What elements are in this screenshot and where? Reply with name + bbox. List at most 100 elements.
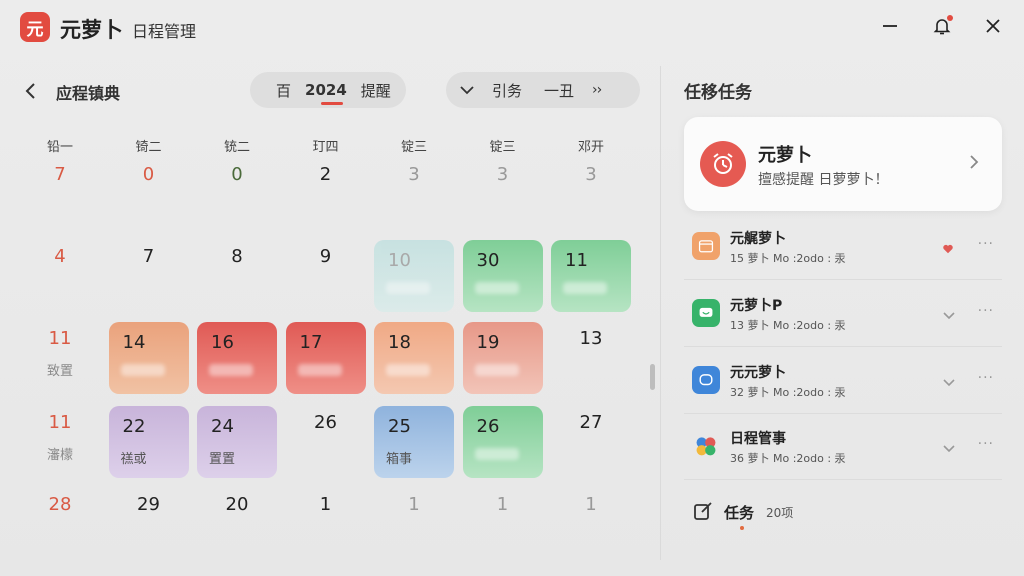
calendar-event-day[interactable]: 11 bbox=[551, 240, 631, 312]
calendar-event-day[interactable]: 18 bbox=[374, 322, 454, 394]
calendar-event-day[interactable]: 26 bbox=[462, 406, 543, 478]
day-number: 0 bbox=[142, 164, 155, 185]
calendar-day[interactable]: 1 bbox=[551, 484, 631, 556]
chevron-down-icon[interactable] bbox=[458, 81, 476, 99]
calendar-day[interactable]: 11 瀋檬 bbox=[20, 402, 100, 474]
task-item[interactable]: 日程管事 36 萝卜 Mo :2odo : 汞 ··· bbox=[684, 418, 1002, 480]
day-number: 11 bbox=[48, 412, 72, 433]
calendar-day[interactable]: 11 致置 bbox=[20, 318, 100, 390]
message-icon bbox=[692, 366, 720, 394]
calendar-scrollbar[interactable] bbox=[650, 364, 655, 390]
tasks-panel: 任移任务 元萝卜 擅感提醒 日萝萝卜！ 元艉萝卜 15 萝卜 Mo :2odo :… bbox=[672, 66, 1012, 566]
task-title: 元萝卜P bbox=[730, 298, 783, 314]
day-number: 19 bbox=[476, 332, 500, 353]
day-number: 29 bbox=[137, 494, 160, 515]
close-icon bbox=[986, 19, 1000, 33]
app-logo-icon: 元 bbox=[20, 12, 50, 42]
calendar-day[interactable]: 0 bbox=[109, 154, 189, 226]
task-footer-label: 任务 bbox=[724, 504, 755, 522]
calendar-event-day[interactable]: 17 bbox=[285, 322, 366, 394]
calendar-event-day[interactable]: 19 bbox=[462, 322, 543, 394]
task-item[interactable]: 元萝卜P 13 萝卜 Mo :2odo : 汞 ··· bbox=[684, 285, 1002, 347]
day-number: 7 bbox=[54, 164, 66, 185]
weekday-header: 铅一 bbox=[46, 140, 73, 155]
reminder-card[interactable]: 元萝卜 擅感提醒 日萝萝卜！ bbox=[684, 117, 1002, 211]
event-preview bbox=[120, 364, 165, 376]
view-label-1[interactable]: 引务 bbox=[492, 80, 522, 101]
app-name: 元萝卜 bbox=[60, 18, 123, 42]
heart-icon[interactable] bbox=[942, 240, 956, 254]
calendar-day[interactable]: 8 bbox=[197, 236, 277, 308]
day-number: 4 bbox=[54, 246, 66, 267]
day-number: 24 bbox=[211, 416, 234, 437]
calendar-day[interactable]: 28 bbox=[20, 484, 100, 556]
calendar-day[interactable]: 26 bbox=[286, 402, 366, 474]
view-selector[interactable]: 引务 一丑 ›› bbox=[446, 72, 640, 108]
calendar-event-day[interactable]: 14 bbox=[108, 322, 189, 394]
calendar-event-day[interactable]: 22 禚或 bbox=[108, 406, 189, 478]
day-label: 瀋檬 bbox=[46, 448, 73, 463]
calendar-event-day[interactable]: 16 bbox=[197, 322, 277, 394]
app-logo-char: 元 bbox=[26, 19, 44, 40]
calendar-day[interactable]: 20 bbox=[197, 484, 277, 556]
view-label-2[interactable]: 一丑 bbox=[544, 80, 574, 101]
calendar-day[interactable]: 4 bbox=[20, 236, 100, 308]
day-number: 1 bbox=[408, 494, 420, 515]
task-footer[interactable]: 任务 20项 bbox=[684, 494, 1002, 534]
calendar-day[interactable]: 29 bbox=[109, 484, 189, 556]
calendar-event-day[interactable]: 24 置置 bbox=[197, 406, 277, 478]
year-selector[interactable]: 百 2024 提醒 bbox=[250, 72, 406, 108]
day-number: 26 bbox=[314, 412, 337, 433]
close-button[interactable] bbox=[979, 12, 1007, 40]
calendar-event-day[interactable]: 25 箱事 bbox=[374, 406, 454, 478]
chevron-down-icon[interactable] bbox=[942, 440, 956, 454]
calendar-day[interactable]: 7 bbox=[20, 154, 100, 226]
weekday-header: 邓开 bbox=[577, 140, 604, 155]
event-preview bbox=[474, 364, 519, 376]
calendar-day[interactable]: 1 bbox=[463, 484, 543, 556]
calendar-event-day[interactable]: 10 bbox=[374, 240, 454, 312]
task-meta: 36 萝卜 Mo :2odo : 汞 bbox=[730, 452, 846, 465]
more-options-button[interactable]: ··· bbox=[978, 370, 994, 386]
weekday-header: 锭三 bbox=[400, 140, 427, 155]
more-options-button[interactable]: ··· bbox=[978, 436, 994, 452]
weekday-header: 锜二 bbox=[135, 140, 162, 155]
calendar-day[interactable]: 7 bbox=[109, 236, 189, 308]
year-selector-label: 百 bbox=[276, 81, 292, 100]
event-preview bbox=[297, 364, 342, 376]
event-preview bbox=[563, 282, 607, 294]
next-page-button[interactable]: ›› bbox=[592, 82, 602, 98]
edit-icon[interactable] bbox=[692, 500, 714, 522]
calendar-day[interactable]: 9 bbox=[286, 236, 366, 308]
calendar-day[interactable]: 1 bbox=[286, 484, 366, 556]
calendar-day[interactable]: 2 bbox=[286, 154, 366, 226]
more-options-button[interactable]: ··· bbox=[978, 303, 994, 319]
calendar-day[interactable]: 3 bbox=[374, 154, 454, 226]
back-button[interactable] bbox=[20, 80, 42, 102]
notification-button[interactable] bbox=[928, 12, 956, 40]
minimize-icon bbox=[883, 25, 897, 27]
chevron-down-icon[interactable] bbox=[942, 307, 956, 321]
chevron-down-icon[interactable] bbox=[942, 374, 956, 388]
calendar-day[interactable]: 1 bbox=[374, 484, 454, 556]
task-meta: 32 萝卜 Mo :2odo : 汞 bbox=[730, 386, 846, 399]
calendar-day[interactable]: 3 bbox=[551, 154, 631, 226]
calendar-day[interactable]: 0 bbox=[197, 154, 277, 226]
day-number: 3 bbox=[585, 164, 597, 185]
reminder-card-title: 元萝卜 bbox=[758, 145, 812, 166]
calendar-day[interactable]: 3 bbox=[463, 154, 543, 226]
day-number: 3 bbox=[496, 164, 509, 185]
day-number: 7 bbox=[142, 246, 155, 267]
minimize-button[interactable] bbox=[876, 12, 904, 40]
weekday-header: 锭三 bbox=[489, 140, 516, 155]
more-options-button[interactable]: ··· bbox=[978, 236, 994, 252]
chevron-right-icon[interactable] bbox=[966, 153, 982, 171]
calendar-event-day[interactable]: 30 bbox=[462, 240, 543, 312]
calendar-day[interactable]: 13 bbox=[551, 318, 631, 390]
chat-icon bbox=[692, 299, 720, 327]
calendar-day[interactable]: 27 bbox=[551, 402, 631, 474]
task-item[interactable]: 元元萝卜 32 萝卜 Mo :2odo : 汞 ··· bbox=[684, 352, 1002, 414]
year-value: 2024 bbox=[305, 81, 347, 105]
reminder-label[interactable]: 提醒 bbox=[361, 80, 391, 101]
task-item[interactable]: 元艉萝卜 15 萝卜 Mo :2odo : 汞 ··· bbox=[684, 218, 1002, 280]
